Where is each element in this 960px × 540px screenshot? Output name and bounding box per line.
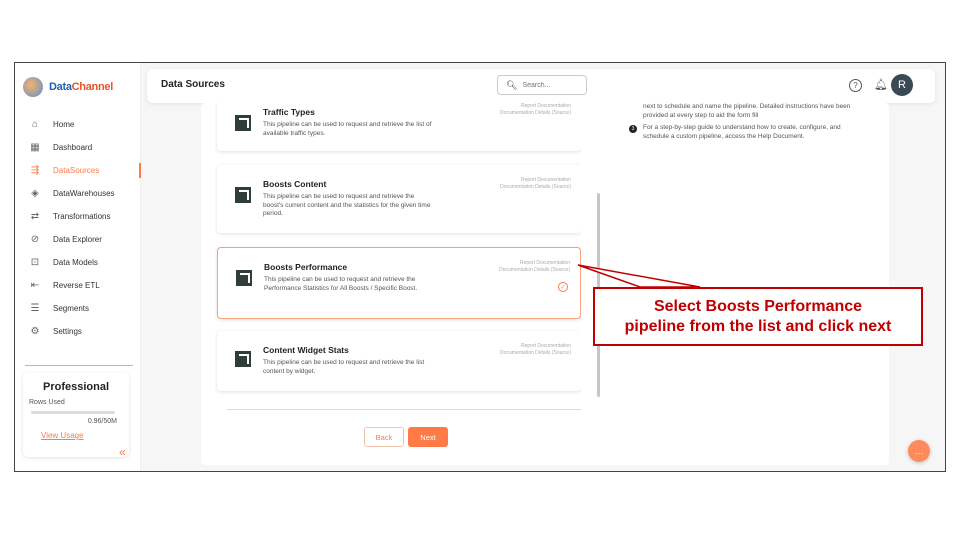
footer-divider <box>227 409 581 410</box>
sidebar-item-label: Home <box>53 120 75 129</box>
warehouse-icon: ◈ <box>31 188 39 199</box>
sidebar-item-label: Data Explorer <box>53 235 102 244</box>
pipeline-icon <box>235 115 251 131</box>
instruction-step-3: 3 For a step-by-step guide to understand … <box>629 124 859 141</box>
source-doc-link[interactable]: Documentation Details (Source) <box>499 267 570 274</box>
app-window: DataChannel ⌂ Home ▦ Dashboard ⇶ DataSource… <box>14 62 946 472</box>
sidebar-item-data-explorer[interactable]: ⊘ Data Explorer <box>15 228 140 251</box>
sidebar-item-label: Segments <box>53 304 90 313</box>
plan-title: Professional <box>42 381 110 393</box>
sidebar-item-label: Transformations <box>53 212 111 221</box>
pipeline-name: Traffic Types <box>263 107 315 117</box>
sidebar-item-settings[interactable]: ⚙ Settings <box>15 320 140 343</box>
pipeline-list[interactable]: Traffic Types This pipeline can be used … <box>215 103 581 403</box>
pipeline-icon <box>235 187 251 203</box>
source-doc-link[interactable]: Documentation Details (Source) <box>500 350 571 357</box>
next-button[interactable]: Next <box>408 427 448 447</box>
explorer-icon: ⊘ <box>30 234 40 245</box>
sidebar-item-label: Reverse ETL <box>53 281 100 290</box>
pipeline-docs: Report Documentation Documentation Detail… <box>500 343 571 357</box>
collapse-sidebar-icon[interactable]: « <box>119 445 126 459</box>
sidebar-item-reverse-etl[interactable]: ⇤ Reverse ETL <box>15 274 140 297</box>
report-doc-link[interactable]: Report Documentation <box>500 103 571 110</box>
bell-icon[interactable]: 🔔︎ <box>874 78 888 91</box>
sidebar-item-datasources[interactable]: ⇶ DataSources <box>15 159 141 182</box>
search-icon: 🔍︎ <box>506 79 518 90</box>
sidebar-item-label: Settings <box>53 327 82 336</box>
settings-icon: ⚙ <box>30 326 40 337</box>
sidebar-item-label: DataSources <box>53 166 100 175</box>
pipeline-description: This pipeline can be used to request and… <box>263 359 425 375</box>
callout-line-2: pipeline from the list and click next <box>624 317 892 335</box>
datasources-icon: ⇶ <box>30 165 40 176</box>
pipeline-card-traffic-types[interactable]: Traffic Types This pipeline can be used … <box>217 103 581 151</box>
usage-bar <box>31 411 115 414</box>
instructions-panel: next to schedule and name the pipeline. … <box>629 103 859 145</box>
sidebar-item-label: DataWarehouses <box>53 189 115 198</box>
sidebar-nav: ⌂ Home ▦ Dashboard ⇶ DataSources ◈ DataWareh… <box>15 113 141 343</box>
callout-line-1: Select Boosts Performance <box>653 297 863 315</box>
pipeline-docs: Report Documentation Documentation Detail… <box>500 103 571 117</box>
main-panel: Traffic Types This pipeline can be used … <box>201 103 889 465</box>
sidebar-item-home[interactable]: ⌂ Home <box>15 113 140 136</box>
rows-used-label: Rows Used <box>29 399 65 406</box>
sidebar-item-label: Data Models <box>53 258 98 267</box>
home-icon: ⌂ <box>31 119 39 130</box>
sidebar-item-datawarehouses[interactable]: ◈ DataWarehouses <box>15 182 140 205</box>
brand-name: DataChannel <box>49 81 113 93</box>
sidebar-item-data-models[interactable]: ⊡ Data Models <box>15 251 140 274</box>
models-icon: ⊡ <box>30 257 40 268</box>
step-number-badge: 3 <box>629 125 637 133</box>
instruction-step-2: next to schedule and name the pipeline. … <box>643 103 851 119</box>
brand-logo[interactable]: DataChannel <box>23 77 113 97</box>
sidebar-item-dashboard[interactable]: ▦ Dashboard <box>15 136 140 159</box>
pipeline-name: Boosts Content <box>263 179 327 189</box>
search-input[interactable] <box>522 81 579 89</box>
top-header: Data Sources 🔍︎ ? 🔔︎ R <box>147 69 935 103</box>
pipeline-docs: Report Documentation Documentation Detail… <box>499 260 570 274</box>
pipeline-description: This pipeline can be used to request and… <box>263 121 432 137</box>
report-doc-link[interactable]: Report Documentation <box>500 343 571 350</box>
pipeline-name: Boosts Performance <box>264 262 348 272</box>
sidebar: DataChannel ⌂ Home ▦ Dashboard ⇶ DataSource… <box>15 63 141 471</box>
pipeline-docs: Report Documentation Documentation Detail… <box>500 177 571 191</box>
pipeline-name: Content Widget Stats <box>263 345 349 355</box>
pipeline-description: This pipeline can be used to request and… <box>263 193 431 217</box>
sidebar-item-label: Dashboard <box>53 143 93 152</box>
reverse-etl-icon: ⇤ <box>30 280 40 291</box>
help-icon[interactable]: ? <box>849 79 862 92</box>
view-usage-link[interactable]: View Usage <box>41 431 84 440</box>
search-box[interactable]: 🔍︎ <box>497 75 587 95</box>
tutorial-callout: Select Boosts Performance pipeline from … <box>593 287 923 346</box>
pipeline-icon <box>235 351 251 367</box>
source-doc-link[interactable]: Documentation Details (Source) <box>500 184 571 191</box>
selected-check-icon: ✓ <box>558 282 568 292</box>
report-doc-link[interactable]: Report Documentation <box>499 260 570 267</box>
back-button[interactable]: Back <box>364 427 404 447</box>
report-doc-link[interactable]: Report Documentation <box>500 177 571 184</box>
sidebar-divider <box>25 365 133 366</box>
pipeline-icon <box>236 270 252 286</box>
page-title: Data Sources <box>161 79 225 90</box>
transform-icon: ⇄ <box>30 211 40 222</box>
source-doc-link[interactable]: Documentation Details (Source) <box>500 110 571 117</box>
pipeline-card-content-widget-stats[interactable]: Content Widget Stats This pipeline can b… <box>217 331 581 391</box>
plan-card: Professional Rows Used 0.96/50M View Usa… <box>23 373 129 457</box>
pipeline-description: This pipeline can be used to request and… <box>264 276 418 292</box>
pipeline-card-boosts-content[interactable]: Boosts Content This pipeline can be used… <box>217 165 581 233</box>
avatar[interactable]: R <box>891 74 913 96</box>
logo-icon <box>23 77 43 97</box>
sidebar-item-transformations[interactable]: ⇄ Transformations <box>15 205 140 228</box>
chat-support-icon[interactable]: … <box>908 440 930 462</box>
segments-icon: ☰ <box>30 303 40 314</box>
rows-used-value: 0.96/50M <box>87 418 117 425</box>
dashboard-icon: ▦ <box>30 142 40 153</box>
pipeline-card-boosts-performance[interactable]: Boosts Performance This pipeline can be … <box>217 247 581 319</box>
sidebar-item-segments[interactable]: ☰ Segments <box>15 297 140 320</box>
